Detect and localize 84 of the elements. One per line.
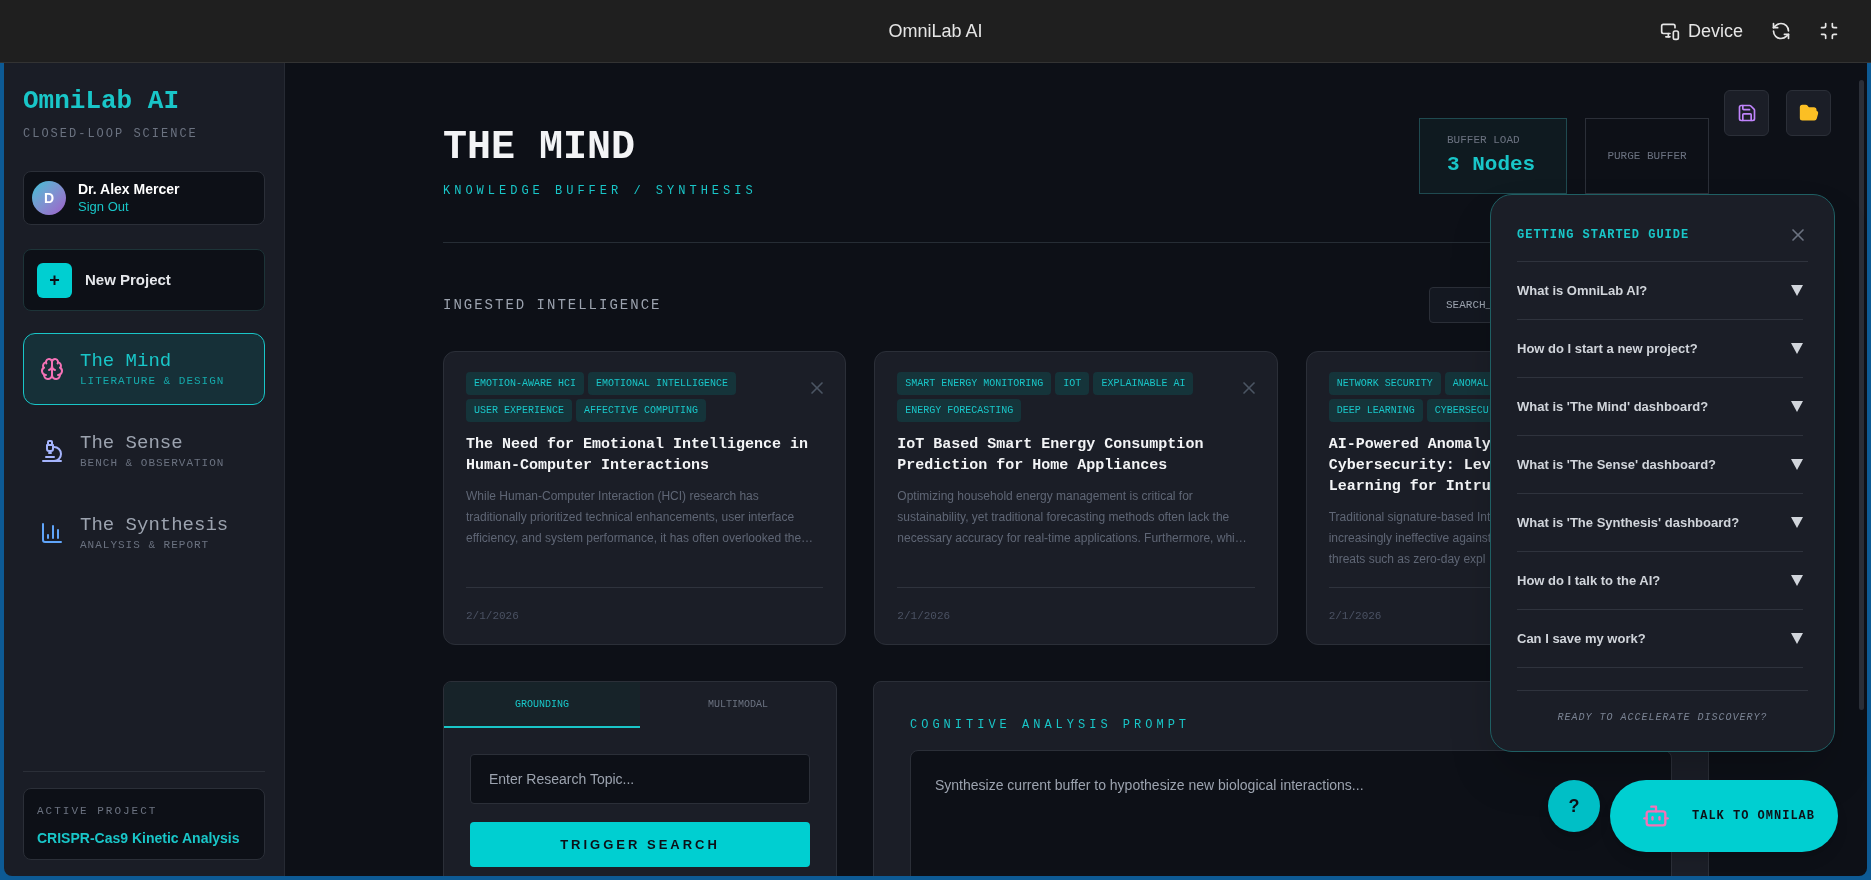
faq-item[interactable]: Can I save my work? (1517, 610, 1803, 668)
caret-icon (1791, 575, 1803, 586)
bar-chart-icon (40, 521, 64, 545)
microscope-icon (40, 439, 64, 463)
scrollbar[interactable] (1859, 80, 1864, 710)
tag: ENERGY FORECASTING (897, 399, 1022, 422)
minimize-icon[interactable] (1819, 21, 1839, 41)
tag: EXPLAINABLE AI (1093, 372, 1194, 395)
brand-logo: OmniLab AI (23, 85, 181, 117)
paper-title: IoT Based Smart Energy Consumption Prediction for Home Appliances (897, 435, 1204, 476)
paper-date: 2/1/2026 (1328, 610, 1382, 622)
caret-icon (1791, 285, 1803, 296)
faq-item[interactable]: What is 'The Sense' dashboard? (1517, 436, 1803, 494)
faq-item[interactable]: What is 'The Mind' dashboard? (1517, 378, 1803, 436)
paper-title: AI-Powered Anomaly Cybersecurity: Lev Learning for Intru (1328, 435, 1491, 497)
tag: EMOTION-AWARE HCI (466, 372, 585, 395)
active-project-name: CRISPR-Cas9 Kinetic Analysis (37, 828, 241, 848)
paper-summary: Optimizing household energy management is critical for sustainability, yet traditional forecasting methods often lack the necessary accuracy for real-time applications. Furthermore, whi… (897, 488, 1247, 547)
device-button[interactable]: Device (1659, 17, 1743, 45)
faq-question: What is 'The Sense' dashboard? (1517, 455, 1717, 474)
caret-icon (1791, 633, 1803, 644)
save-button[interactable] (1724, 90, 1769, 136)
tag: IOT (1055, 372, 1090, 395)
brand-tagline: CLOSED-LOOP SCIENCE (23, 126, 199, 143)
buffer-load-value: 3 Nodes (1447, 151, 1537, 178)
faq-item[interactable]: What is 'The Synthesis' dashboard? (1517, 494, 1803, 552)
faq-question: How do I start a new project? (1517, 339, 1698, 358)
trigger-search-button[interactable]: TRIGGER SEARCH (470, 822, 810, 867)
panel-tab[interactable]: GROUNDING (444, 682, 640, 728)
tag: SMART ENERGY MONITORING (897, 372, 1052, 395)
paper-title: The Need for Emotional Intelligence in Human-Computer Interactions (466, 435, 809, 476)
caret-icon (1791, 343, 1803, 354)
nav-item[interactable]: The Mind LITERATURE & DESIGN (23, 333, 265, 405)
faq-question: What is OmniLab AI? (1517, 281, 1648, 300)
faq-item[interactable]: How do I talk to the AI? (1517, 552, 1803, 610)
active-project-label: ACTIVE PROJECT (37, 804, 159, 819)
guide-title: GETTING STARTED GUIDE (1517, 227, 1690, 244)
tag: NETWORK SECURITY (1328, 372, 1441, 395)
caret-icon (1791, 459, 1803, 470)
brain-icon (40, 357, 64, 381)
section-title: INGESTED INTELLIGENCE (443, 295, 662, 315)
tag: USER EXPERIENCE (466, 399, 572, 422)
guide-footer: READY TO ACCELERATE DISCOVERY? (1557, 712, 1768, 723)
purge-buffer-button[interactable]: PURGE BUFFER (1585, 118, 1709, 194)
faq-question: Can I save my work? (1517, 629, 1646, 648)
faq-question: What is 'The Mind' dashboard? (1517, 397, 1709, 416)
sign-out-link[interactable]: Sign Out (78, 198, 180, 215)
user-avatar: D (32, 181, 66, 215)
paper-summary: While Human-Computer Interaction (HCI) research has traditionally prioritized technical enhancements, user interface efficiency, and system performance, it has often overlooked the… (466, 488, 814, 547)
nav-sublabel: ANALYSIS & REPORT (80, 537, 211, 553)
plus-icon: + (37, 262, 72, 298)
tag: DEEP LEARNING (1328, 399, 1423, 422)
buffer-load-label: BUFFER LOAD (1447, 133, 1521, 148)
nav-label: The Mind (80, 348, 173, 373)
faq-question: What is 'The Synthesis' dashboard? (1517, 513, 1740, 532)
page-title: THE MIND (443, 126, 637, 170)
folder-icon (1798, 103, 1819, 123)
nav-sublabel: BENCH & OBSERVATION (80, 455, 225, 471)
prompt-title: COGNITIVE ANALYSIS PROMPT (910, 717, 1191, 734)
new-project-button[interactable]: + New Project (23, 249, 265, 311)
paper-date: 2/1/2026 (466, 610, 519, 622)
tag: AFFECTIVE COMPUTING (576, 399, 707, 422)
panel-tab[interactable]: MULTIMODAL (640, 682, 836, 728)
window-title: OmniLab AI (888, 19, 983, 43)
nav-label: The Synthesis (80, 512, 229, 537)
page-subtitle: KNOWLEDGE BUFFER / SYNTHESIS (443, 183, 757, 200)
faq-question: How do I talk to the AI? (1517, 571, 1661, 590)
caret-icon (1791, 517, 1803, 528)
faq-item[interactable]: How do I start a new project? (1517, 320, 1803, 378)
paper-date: 2/1/2026 (897, 610, 951, 622)
nav-item[interactable]: The Synthesis ANALYSIS & REPORT (23, 497, 265, 569)
nav-sublabel: LITERATURE & DESIGN (80, 373, 225, 389)
nav-label: The Sense (80, 430, 184, 455)
faq-item[interactable]: What is OmniLab AI? (1517, 262, 1803, 320)
tag: EMOTIONAL INTELLIGENCE (588, 372, 737, 395)
open-folder-button[interactable] (1786, 90, 1831, 136)
caret-icon (1791, 401, 1803, 412)
user-name: Dr. Alex Mercer (78, 181, 180, 198)
talk-button[interactable]: TALK TO OMNILAB (1610, 780, 1838, 852)
research-topic-field[interactable]: Enter Research Topic... (470, 754, 810, 804)
rotate-icon[interactable] (1771, 21, 1791, 41)
devices-icon (1659, 21, 1680, 41)
paper-summary: Traditional signature-based Int increasingly ineffective against threats such as zero-day expl (1328, 509, 1492, 568)
nav-item[interactable]: The Sense BENCH & OBSERVATION (23, 415, 265, 487)
